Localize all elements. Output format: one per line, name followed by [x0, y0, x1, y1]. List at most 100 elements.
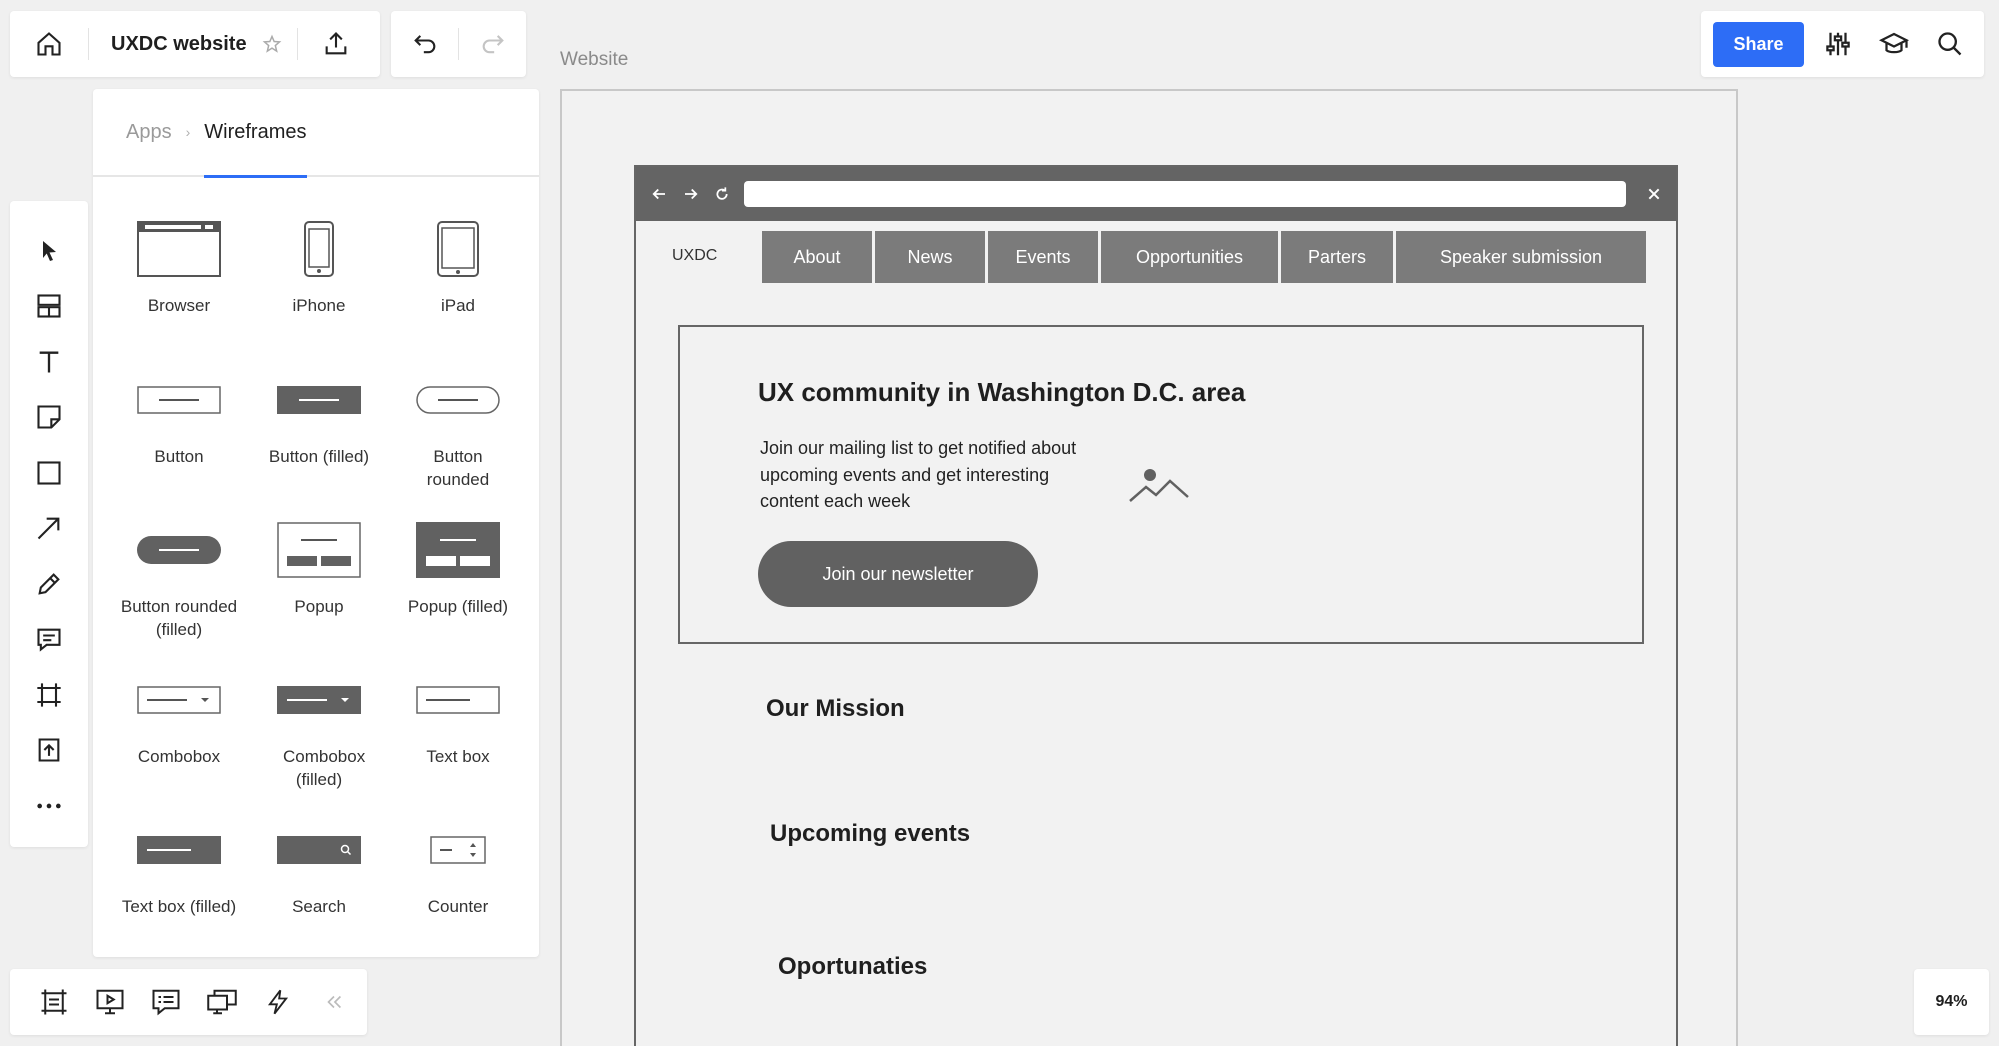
lightning-icon[interactable]	[250, 974, 306, 1030]
left-toolbar	[10, 201, 88, 847]
wireframe-nav-opportunities[interactable]: Opportunities	[1101, 231, 1278, 283]
close-icon	[1646, 186, 1662, 202]
breadcrumb-apps[interactable]: Apps	[126, 121, 172, 144]
newsletter-button[interactable]: Join our newsletter	[758, 541, 1038, 607]
browser-icon	[109, 204, 249, 294]
combobox-icon	[109, 655, 249, 745]
notes-icon[interactable]	[138, 974, 194, 1030]
wireframe-nav-about[interactable]: About	[762, 231, 872, 283]
wireframe-url-bar	[744, 181, 1626, 207]
library-item-label: Button (filled)	[268, 447, 370, 466]
library-item-combobox[interactable]: Combobox	[109, 655, 249, 768]
iphone-icon	[249, 204, 389, 294]
library-item-label: iPad	[440, 296, 476, 315]
home-icon[interactable]	[10, 11, 88, 77]
learning-hat-icon[interactable]	[1866, 11, 1922, 77]
presentation-icon[interactable]	[82, 974, 138, 1030]
wireframe-browser[interactable]: UXDC About News Events Opportunities Par…	[634, 165, 1678, 1046]
frame-label[interactable]: Website	[560, 49, 628, 71]
library-item-ipad[interactable]: iPad	[388, 204, 528, 317]
settings-sliders-icon[interactable]	[1810, 11, 1866, 77]
shape-icon[interactable]	[19, 445, 79, 501]
zoom-level[interactable]: 94%	[1914, 969, 1989, 1035]
library-item-search[interactable]: Search	[249, 805, 389, 918]
more-icon[interactable]	[19, 778, 79, 834]
library-item-label: Button rounded	[426, 447, 490, 489]
button-filled-icon	[249, 355, 389, 445]
screen-share-icon[interactable]	[194, 974, 250, 1030]
button-rounded-icon	[388, 355, 528, 445]
hero-title: UX community in Washington D.C. area	[758, 377, 1246, 407]
wireframe-logo: UXDC	[672, 247, 718, 264]
button-icon	[109, 355, 249, 445]
wireframe-nav-events[interactable]: Events	[988, 231, 1098, 283]
image-placeholder-icon	[1128, 467, 1190, 503]
library-item-browser[interactable]: Browser	[109, 204, 249, 317]
text-box-icon	[388, 655, 528, 745]
counter-icon	[388, 805, 528, 895]
pen-icon[interactable]	[19, 556, 79, 612]
frame-icon[interactable]	[19, 667, 79, 723]
library-item-button[interactable]: Button	[109, 355, 249, 468]
bottom-toolbar	[10, 969, 367, 1035]
search-icon[interactable]	[1922, 11, 1978, 77]
library-item-label: Text box (filled)	[121, 897, 237, 916]
library-item-label: Combobox	[137, 747, 221, 766]
upload-icon[interactable]	[19, 723, 79, 779]
combobox-filled-icon	[249, 655, 389, 745]
board-title[interactable]: UXDC website	[89, 33, 257, 56]
library-item-label: Button	[154, 447, 204, 466]
comment-icon[interactable]	[19, 612, 79, 668]
library-item-label: Counter	[427, 897, 489, 916]
library-item-combobox-filled[interactable]: Combobox (filled)	[249, 655, 389, 791]
back-arrow-icon	[650, 185, 668, 203]
board-toolbar: UXDC website	[10, 11, 380, 77]
library-item-button-rounded[interactable]: Button rounded	[388, 355, 528, 491]
star-icon[interactable]	[257, 11, 287, 77]
select-icon[interactable]	[19, 223, 79, 279]
library-item-button-rounded-filled[interactable]: Button rounded (filled)	[109, 505, 249, 641]
hero-text: Join our mailing list to get notified ab…	[760, 438, 1077, 511]
library-item-label: Popup (filled)	[407, 597, 509, 616]
library-item-label: Search	[292, 897, 346, 916]
wireframe-hero[interactable]: UX community in Washington D.C. area Joi…	[678, 325, 1644, 644]
redo-icon[interactable]	[459, 11, 526, 77]
library-item-text-box-filled[interactable]: Text box (filled)	[109, 805, 249, 918]
sticky-note-icon[interactable]	[19, 390, 79, 446]
library-item-counter[interactable]: Counter	[388, 805, 528, 918]
text-icon[interactable]	[19, 334, 79, 390]
library-item-popup-filled[interactable]: Popup (filled)	[388, 505, 528, 618]
library-item-label: Text box	[426, 747, 490, 766]
library-breadcrumb: Apps › Wireframes	[93, 88, 539, 178]
collapse-icon[interactable]	[306, 974, 362, 1030]
popup-icon	[249, 505, 389, 595]
library-item-text-box[interactable]: Text box	[388, 655, 528, 768]
search-field-icon	[249, 805, 389, 895]
reload-icon	[714, 186, 730, 202]
section-oportunaties: Oportunaties	[778, 953, 928, 980]
library-item-label: Button rounded (filled)	[120, 597, 238, 639]
breadcrumb-chevron-icon: ›	[185, 124, 191, 140]
library-item-label: Popup	[294, 597, 344, 616]
wireframe-browser-bar	[636, 167, 1676, 221]
library-item-button-filled[interactable]: Button (filled)	[249, 355, 389, 468]
export-icon[interactable]	[298, 11, 374, 77]
library-item-iphone[interactable]: iPhone	[249, 204, 389, 317]
wireframe-nav-speaker-submission[interactable]: Speaker submission	[1396, 231, 1646, 283]
arrow-icon[interactable]	[19, 501, 79, 557]
section-upcoming-events: Upcoming events	[770, 820, 971, 847]
templates-icon[interactable]	[19, 279, 79, 335]
frames-icon[interactable]	[26, 974, 82, 1030]
wireframe-nav-parters[interactable]: Parters	[1281, 231, 1393, 283]
section-our-mission: Our Mission	[766, 695, 905, 722]
library-item-popup[interactable]: Popup	[249, 505, 389, 618]
undo-icon[interactable]	[391, 11, 458, 77]
undo-redo-bar	[391, 11, 526, 77]
website-frame[interactable]: UXDC About News Events Opportunities Par…	[560, 89, 1738, 1046]
ipad-icon	[388, 204, 528, 294]
forward-arrow-icon	[682, 185, 700, 203]
library-panel: Apps › Wireframes Browser iPhone iPad Bu…	[93, 89, 539, 957]
share-button[interactable]: Share	[1713, 21, 1804, 67]
wireframe-nav-news[interactable]: News	[875, 231, 985, 283]
tab-wireframes[interactable]: Wireframes	[204, 88, 307, 178]
